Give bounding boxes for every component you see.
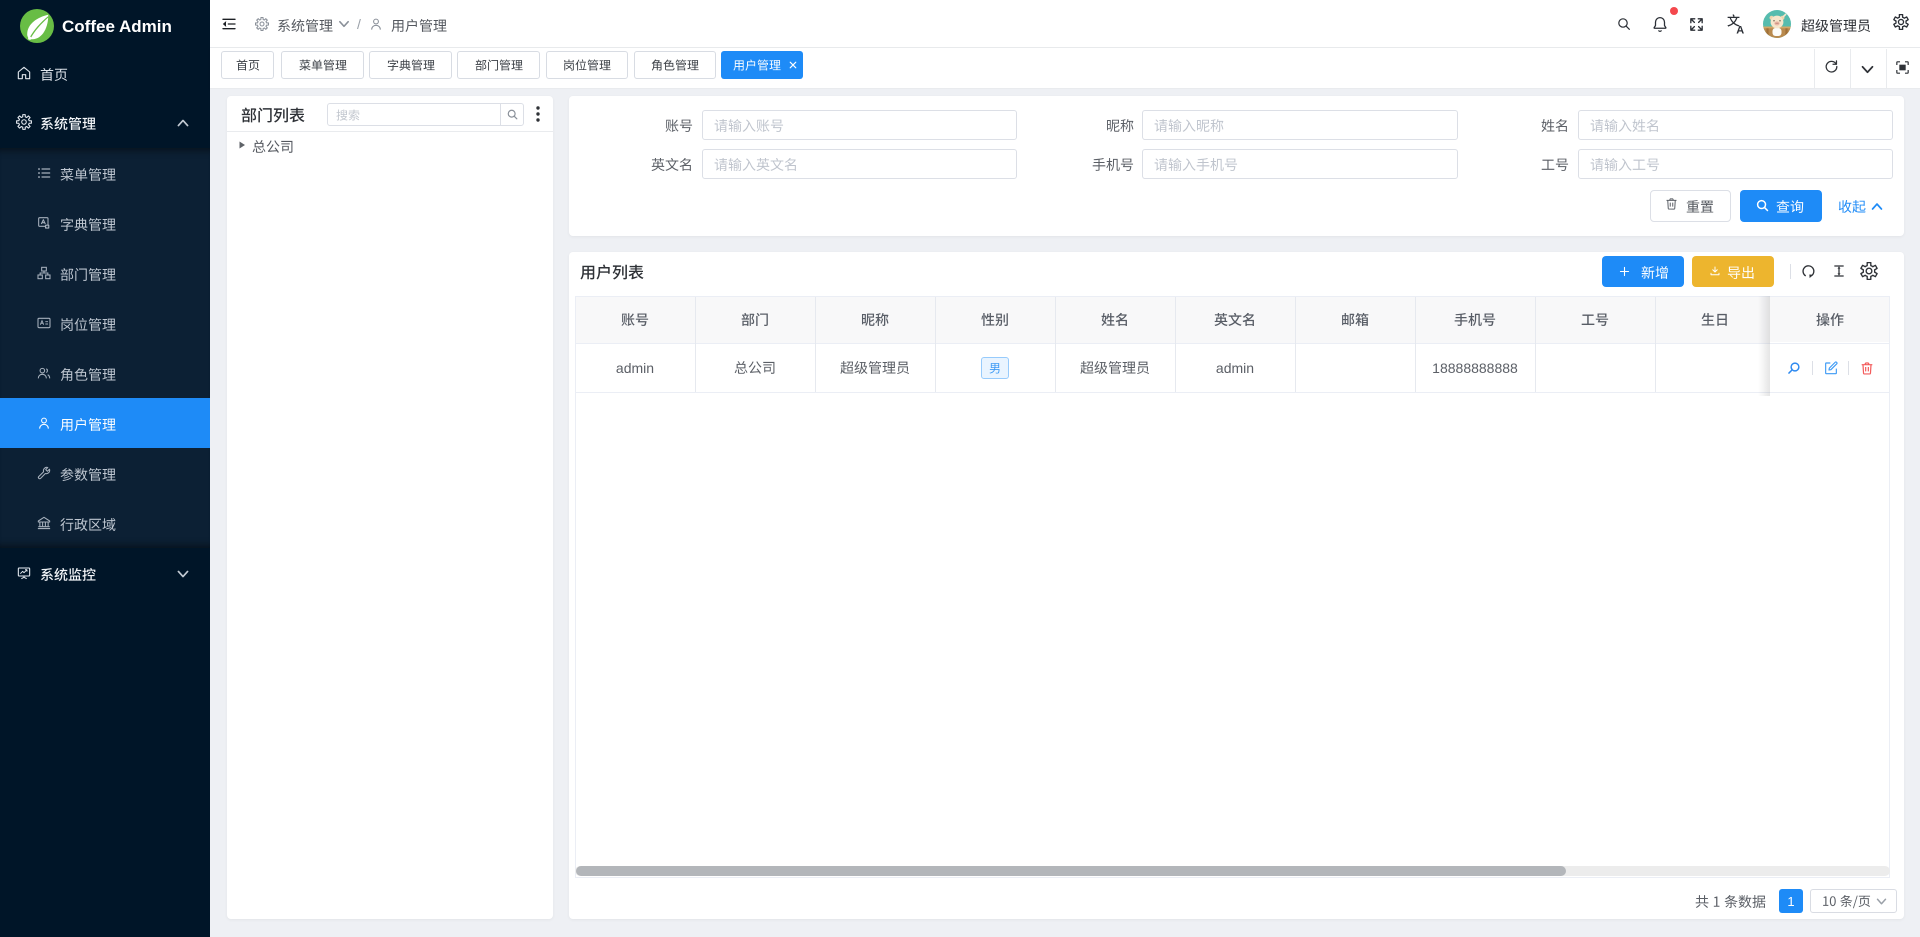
svg-text:A: A	[1736, 24, 1744, 34]
